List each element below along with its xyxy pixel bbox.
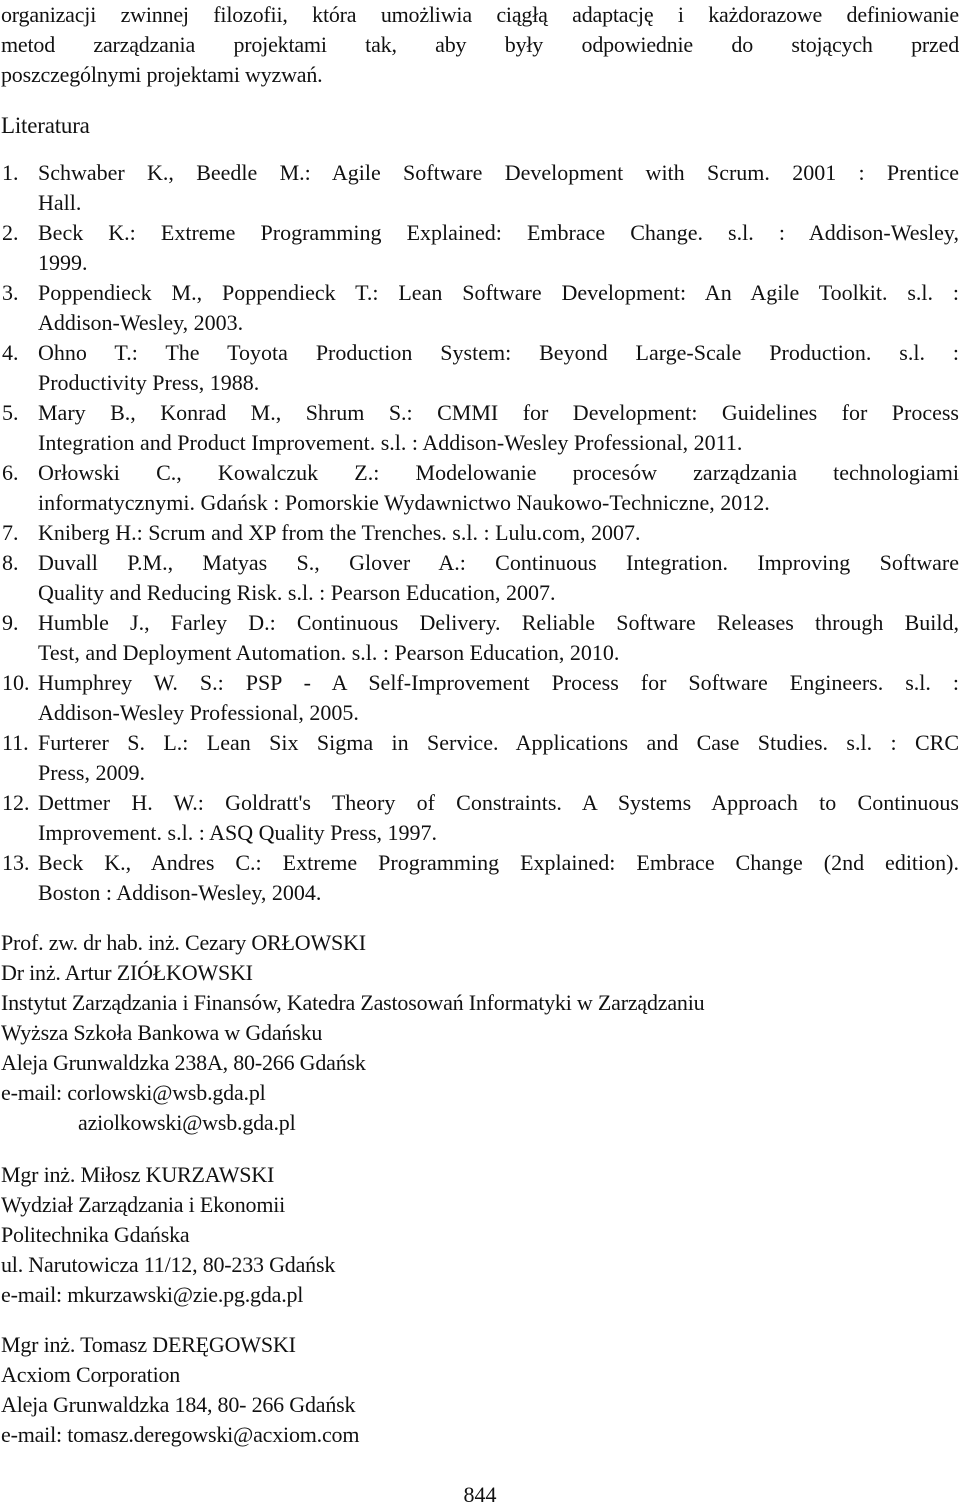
reference-item: 1. Schwaber K., Beedle M.: Agile Softwar… — [1, 158, 959, 188]
author-email[interactable]: e-mail: tomasz.deregowski@acxiom.com — [1, 1420, 959, 1450]
intro-line: metod zarządzania projektami tak, aby by… — [1, 32, 959, 57]
reference-number: 13. — [2, 850, 30, 875]
author-email[interactable]: e-mail: corlowski@wsb.gda.pl — [1, 1078, 959, 1108]
reference-line: Press, 2009. — [38, 760, 145, 785]
reference-item: 5. Mary B., Konrad M., Shrum S.: CMMI fo… — [1, 398, 959, 428]
reference-line: Improvement. s.l. : ASQ Quality Press, 1… — [38, 820, 438, 845]
intro-line: poszczególnymi projektami wyzwań. — [1, 62, 323, 87]
reference-line: Kniberg H.: Scrum and XP from the Trench… — [38, 520, 641, 545]
reference-line: Ohno T.: The Toyota Production System: B… — [38, 340, 959, 365]
reference-item: 6. Orłowski C., Kowalczuk Z.: Modelowani… — [1, 458, 959, 488]
reference-line: Boston : Addison-Wesley, 2004. — [38, 880, 322, 905]
reference-line: Furterer S. L.: Lean Six Sigma in Servic… — [38, 730, 959, 755]
reference-line: Dettmer H. W.: Goldratt's Theory of Cons… — [38, 790, 959, 815]
reference-line: Humphrey W. S.: PSP - A Self-Improvement… — [38, 670, 959, 695]
reference-line: Schwaber K., Beedle M.: Agile Software D… — [38, 160, 959, 185]
intro-line: organizacji zwinnej filozofii, która umo… — [1, 2, 959, 27]
reference-line: Humble J., Farley D.: Continuous Deliver… — [38, 610, 959, 635]
reference-number: 8. — [2, 550, 19, 575]
author-address: ul. Narutowicza 11/12, 80-233 Gdańsk — [1, 1252, 336, 1277]
reference-line: Beck K.: Extreme Programming Explained: … — [38, 220, 959, 245]
author-name: Prof. zw. dr hab. inż. Cezary ORŁOWSKI — [1, 930, 366, 955]
reference-item: 10. Humphrey W. S.: PSP - A Self-Improve… — [1, 668, 959, 698]
reference-item: 13. Beck K., Andres C.: Extreme Programm… — [1, 848, 959, 878]
reference-item: 7. Kniberg H.: Scrum and XP from the Tre… — [1, 518, 959, 548]
reference-item: 9. Humble J., Farley D.: Continuous Deli… — [1, 608, 959, 638]
reference-item: 8. Duvall P.M., Matyas S., Glover A.: Co… — [1, 548, 959, 578]
reference-line: 1999. — [38, 250, 88, 275]
reference-number: 11. — [2, 730, 29, 755]
reference-number: 2. — [2, 220, 19, 245]
reference-number: 4. — [2, 340, 19, 365]
reference-number: 12. — [2, 790, 30, 815]
reference-line: Mary B., Konrad M., Shrum S.: CMMI for D… — [38, 400, 959, 425]
reference-item: 3. Poppendieck M., Poppendieck T.: Lean … — [1, 278, 959, 308]
author-address: Aleja Grunwaldzka 238A, 80-266 Gdańsk — [1, 1050, 366, 1075]
author-email[interactable]: aziolkowski@wsb.gda.pl — [78, 1108, 960, 1138]
reference-item: 4. Ohno T.: The Toyota Production System… — [1, 338, 959, 368]
reference-number: 3. — [2, 280, 19, 305]
reference-number: 10. — [2, 670, 30, 695]
reference-number: 7. — [2, 520, 19, 545]
author-name: Mgr inż. Tomasz DERĘGOWSKI — [1, 1332, 296, 1357]
reference-line: Test, and Deployment Automation. s.l. : … — [38, 640, 620, 665]
reference-line: Hall. — [38, 190, 82, 215]
author-email[interactable]: e-mail: mkurzawski@zie.pg.gda.pl — [1, 1280, 959, 1310]
reference-number: 9. — [2, 610, 19, 635]
reference-line: Beck K., Andres C.: Extreme Programming … — [38, 850, 959, 875]
reference-number: 6. — [2, 460, 19, 485]
reference-line: Addison-Wesley Professional, 2005. — [38, 700, 359, 725]
author-address: Aleja Grunwaldzka 184, 80- 266 Gdańsk — [1, 1392, 356, 1417]
reference-line: Addison-Wesley, 2003. — [38, 310, 244, 335]
reference-number: 1. — [2, 160, 19, 185]
author-affiliation: Instytut Zarządzania i Finansów, Katedra… — [1, 990, 705, 1015]
reference-line: Orłowski C., Kowalczuk Z.: Modelowanie p… — [38, 460, 959, 485]
reference-line: Duvall P.M., Matyas S., Glover A.: Conti… — [38, 550, 959, 575]
reference-item: 2. Beck K.: Extreme Programming Explaine… — [1, 218, 959, 248]
author-institution: Politechnika Gdańska — [1, 1222, 190, 1247]
literature-heading: Literatura — [1, 113, 90, 138]
author-name: Mgr inż. Miłosz KURZAWSKI — [1, 1162, 275, 1187]
reference-line: informatycznymi. Gdańsk : Pomorskie Wyda… — [38, 490, 770, 515]
author-institution: Wyższa Szkoła Bankowa w Gdańsku — [1, 1020, 323, 1045]
author-institution: Acxiom Corporation — [1, 1362, 181, 1387]
reference-line: Integration and Product Improvement. s.l… — [38, 430, 743, 455]
reference-item: 12. Dettmer H. W.: Goldratt's Theory of … — [1, 788, 959, 818]
author-affiliation: Wydział Zarządzania i Ekonomii — [1, 1192, 286, 1217]
author-name: Dr inż. Artur ZIÓŁKOWSKI — [1, 960, 253, 985]
reference-item: 11. Furterer S. L.: Lean Six Sigma in Se… — [1, 728, 959, 758]
reference-line: Productivity Press, 1988. — [38, 370, 260, 395]
page-number: 844 — [463, 1482, 497, 1507]
reference-number: 5. — [2, 400, 19, 425]
reference-line: Poppendieck M., Poppendieck T.: Lean Sof… — [38, 280, 959, 305]
reference-line: Quality and Reducing Risk. s.l. : Pearso… — [38, 580, 556, 605]
